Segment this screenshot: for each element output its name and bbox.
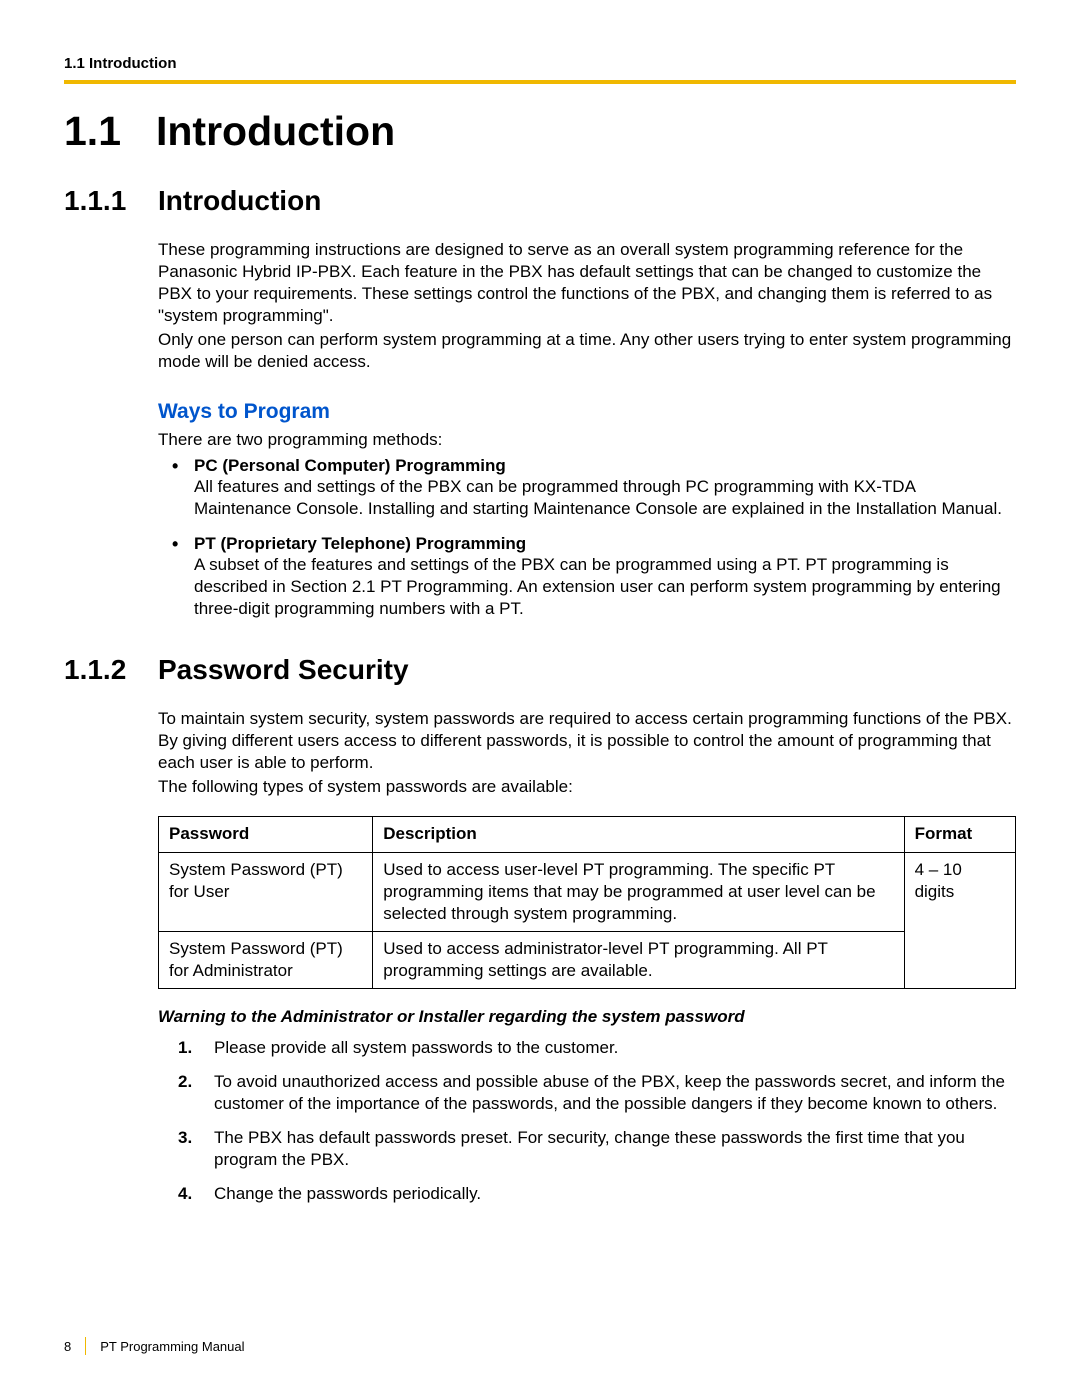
header-rule — [64, 80, 1016, 84]
subsection-heading: 1.1.1 Introduction — [64, 185, 1016, 217]
table-row: System Password (PT) for User Used to ac… — [159, 852, 1016, 931]
list-text: The PBX has default passwords preset. Fo… — [214, 1128, 965, 1169]
section-title: Introduction — [156, 108, 395, 155]
bullet-title: PT (Proprietary Telephone) Programming — [194, 534, 1016, 554]
footer-separator — [85, 1337, 86, 1355]
list-number: 3. — [178, 1127, 192, 1149]
document-page: 1.1 Introduction 1.1 Introduction 1.1.1 … — [0, 0, 1080, 1397]
page-footer: 8 PT Programming Manual — [64, 1337, 245, 1355]
bullet-title: PC (Personal Computer) Programming — [194, 456, 1016, 476]
list-item: PT (Proprietary Telephone) Programming A… — [158, 534, 1016, 620]
list-number: 4. — [178, 1183, 192, 1205]
paragraph: Only one person can perform system progr… — [158, 329, 1016, 373]
list-item: 2. To avoid unauthorized access and poss… — [158, 1071, 1016, 1115]
subsection-body: These programming instructions are desig… — [158, 239, 1016, 620]
list-item: 1. Please provide all system passwords t… — [158, 1037, 1016, 1059]
table-cell: System Password (PT) for User — [159, 852, 373, 931]
table-cell: System Password (PT) for Administrator — [159, 931, 373, 988]
section-number: 1.1 — [64, 108, 156, 155]
subsection-title: Password Security — [158, 654, 409, 686]
list-item: 3. The PBX has default passwords preset.… — [158, 1127, 1016, 1171]
table-header: Description — [373, 817, 904, 852]
section-heading: 1.1 Introduction — [64, 108, 1016, 155]
table-header: Password — [159, 817, 373, 852]
table-row: System Password (PT) for Administrator U… — [159, 931, 1016, 988]
paragraph: To maintain system security, system pass… — [158, 708, 1016, 774]
list-number: 2. — [178, 1071, 192, 1093]
warning-heading: Warning to the Administrator or Installe… — [158, 1007, 1016, 1027]
table-header: Format — [904, 817, 1015, 852]
table-cell: Used to access user-level PT programming… — [373, 852, 904, 931]
list-item: PC (Personal Computer) Programming All f… — [158, 456, 1016, 520]
subsection-title: Introduction — [158, 185, 321, 217]
footer-title: PT Programming Manual — [100, 1339, 244, 1354]
ways-intro: There are two programming methods: — [158, 430, 1016, 450]
running-header: 1.1 Introduction — [64, 55, 1016, 72]
table-header-row: Password Description Format — [159, 817, 1016, 852]
bullet-body: A subset of the features and settings of… — [194, 554, 1016, 620]
subsection-body: To maintain system security, system pass… — [158, 708, 1016, 1206]
programming-methods-list: PC (Personal Computer) Programming All f… — [158, 456, 1016, 620]
password-table: Password Description Format System Passw… — [158, 816, 1016, 989]
list-text: Please provide all system passwords to t… — [214, 1038, 618, 1057]
paragraph: These programming instructions are desig… — [158, 239, 1016, 327]
table-cell: 4 – 10 digits — [904, 852, 1015, 988]
list-item: 4. Change the passwords periodically. — [158, 1183, 1016, 1205]
list-number: 1. — [178, 1037, 192, 1059]
table-cell: Used to access administrator-level PT pr… — [373, 931, 904, 988]
list-text: Change the passwords periodically. — [214, 1184, 481, 1203]
warning-list: 1. Please provide all system passwords t… — [158, 1037, 1016, 1206]
subsection-number: 1.1.2 — [64, 654, 158, 686]
bullet-body: All features and settings of the PBX can… — [194, 476, 1016, 520]
list-text: To avoid unauthorized access and possibl… — [214, 1072, 1005, 1113]
subsection-heading: 1.1.2 Password Security — [64, 654, 1016, 686]
paragraph: The following types of system passwords … — [158, 776, 1016, 798]
ways-to-program-heading: Ways to Program — [158, 400, 1016, 424]
page-number: 8 — [64, 1339, 85, 1354]
subsection-number: 1.1.1 — [64, 185, 158, 217]
